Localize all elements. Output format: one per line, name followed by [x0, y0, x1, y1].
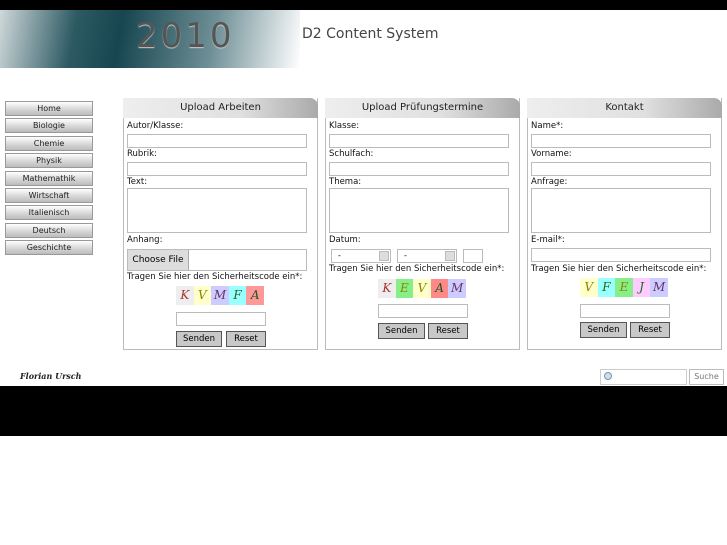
anhang-label: Anhang:	[127, 235, 163, 245]
captcha-char: K	[378, 279, 396, 298]
rubrik-label: Rubrik:	[127, 149, 157, 159]
signature: Florian Ursch	[20, 371, 82, 381]
author-label: Autor/Klasse:	[127, 121, 184, 131]
captcha-char: M	[650, 278, 668, 297]
panel-title: Kontakt	[527, 98, 722, 118]
captcha-label: Tragen Sie hier den Sicherheitscode ein*…	[329, 264, 505, 274]
vorname-label: Vorname:	[531, 149, 572, 159]
captcha-char: K	[176, 286, 194, 305]
captcha-input[interactable]	[176, 312, 266, 326]
captcha-char: V	[193, 286, 212, 305]
name-input[interactable]	[531, 134, 711, 148]
choose-file-button[interactable]: Choose File	[128, 250, 189, 270]
nav-italienisch[interactable]: Italienisch	[5, 205, 93, 221]
nav-chemie[interactable]: Chemie	[5, 135, 93, 151]
captcha-char: V	[413, 279, 431, 298]
nav-mathematik[interactable]: Mathemathik	[5, 170, 93, 186]
thema-textarea[interactable]	[329, 188, 509, 233]
anfrage-textarea[interactable]	[531, 188, 711, 233]
reset-button[interactable]: Reset	[630, 322, 670, 338]
email-input[interactable]	[531, 248, 711, 262]
year-input[interactable]	[463, 249, 483, 263]
file-input[interactable]: Choose File	[127, 249, 307, 271]
captcha-char: J	[632, 278, 651, 297]
search-input[interactable]	[600, 369, 687, 385]
fach-label: Schulfach:	[329, 149, 374, 159]
chevron-down-icon	[445, 251, 455, 261]
captcha-label: Tragen Sie hier den Sicherheitscode ein*…	[127, 272, 303, 282]
captcha-input[interactable]	[580, 304, 670, 318]
thema-label: Thema:	[329, 177, 362, 187]
nav-wirtschaft[interactable]: Wirtschaft	[5, 187, 93, 203]
captcha-char: E	[615, 278, 633, 297]
klasse-label: Klasse:	[329, 121, 360, 131]
text-textarea[interactable]	[127, 188, 307, 233]
nav-biologie[interactable]: Biologie	[5, 118, 93, 134]
panel-title: Upload Arbeiten	[123, 98, 318, 118]
send-button[interactable]: Senden	[176, 331, 222, 347]
reset-button[interactable]: Reset	[428, 323, 468, 339]
select-value: -	[338, 251, 341, 260]
brand-title: D2 Content System	[302, 26, 439, 42]
captcha-label: Tragen Sie hier den Sicherheitscode ein*…	[531, 264, 707, 274]
search-button[interactable]: Suche	[689, 369, 724, 385]
top-bar	[0, 0, 727, 10]
name-label: Name*:	[531, 121, 564, 131]
send-button[interactable]: Senden	[378, 323, 425, 339]
anfrage-label: Anfrage:	[531, 177, 568, 187]
datum-label: Datum:	[329, 235, 361, 245]
sidebar-nav: Home Biologie Chemie Physik Mathemathik …	[5, 101, 93, 258]
nav-physik[interactable]: Physik	[5, 153, 93, 169]
captcha-image: KVMFA	[176, 286, 264, 305]
klasse-input[interactable]	[329, 134, 509, 148]
date-select-1[interactable]: -	[331, 249, 391, 263]
reset-button[interactable]: Reset	[226, 331, 266, 347]
contact-panel: Kontakt Name*: Vorname: Anfrage: E-mail*…	[527, 98, 722, 350]
date-select-2[interactable]: -	[397, 249, 457, 263]
rubrik-input[interactable]	[127, 162, 307, 176]
nav-home[interactable]: Home	[5, 101, 93, 116]
send-button[interactable]: Senden	[580, 322, 627, 338]
captcha-char: F	[597, 278, 616, 297]
exam-panel: Upload Prüfungstermine Klasse: Schulfach…	[325, 98, 520, 350]
search-icon	[604, 372, 612, 380]
nav-geschichte[interactable]: Geschichte	[5, 240, 93, 256]
captcha-char: A	[430, 279, 449, 298]
captcha-char: A	[246, 286, 264, 305]
chevron-down-icon	[379, 251, 389, 261]
select-value: -	[404, 251, 407, 260]
captcha-image: VFEJM	[580, 278, 668, 297]
captcha-image: KEVAM	[378, 279, 466, 298]
captcha-input[interactable]	[378, 304, 468, 318]
email-label: E-mail*:	[531, 235, 565, 245]
header-year: 2010	[136, 16, 235, 56]
captcha-char: V	[580, 278, 598, 297]
nav-deutsch[interactable]: Deutsch	[5, 222, 93, 238]
author-input[interactable]	[127, 134, 307, 148]
panel-title: Upload Prüfungstermine	[325, 98, 520, 118]
upload-panel: Upload Arbeiten Autor/Klasse: Rubrik: Te…	[123, 98, 318, 350]
text-label: Text:	[127, 177, 148, 187]
captcha-char: M	[211, 286, 229, 305]
bottom-bar	[0, 386, 727, 436]
fach-input[interactable]	[329, 162, 509, 176]
vorname-input[interactable]	[531, 162, 711, 176]
captcha-char: M	[448, 279, 466, 298]
captcha-char: F	[228, 286, 247, 305]
captcha-char: E	[395, 279, 414, 298]
